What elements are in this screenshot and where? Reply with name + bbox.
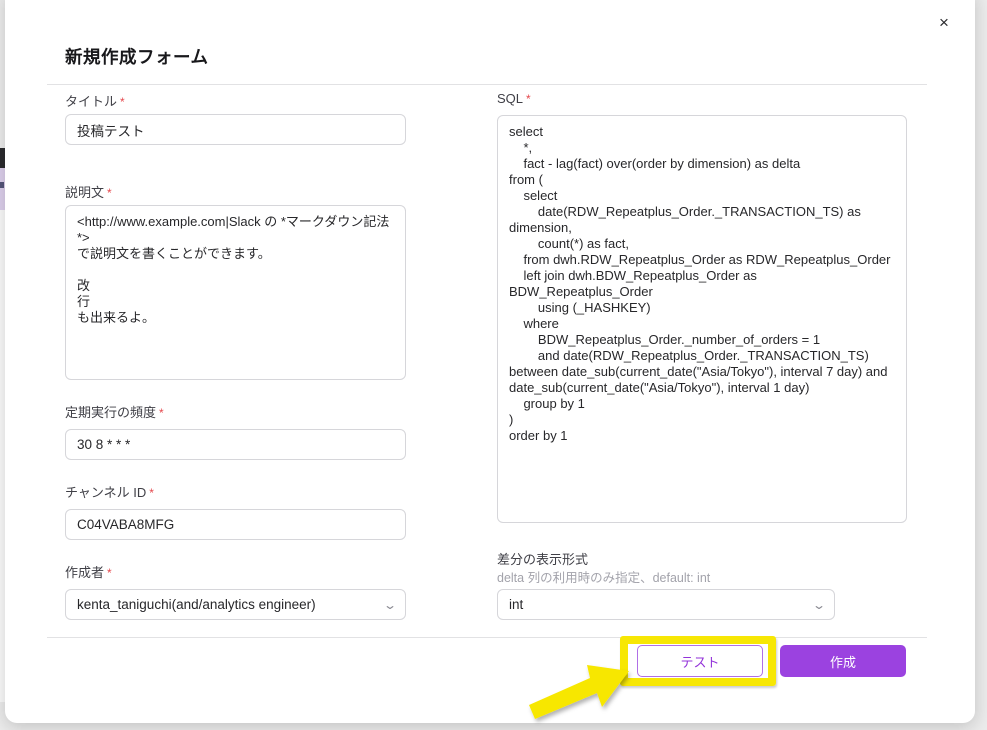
chevron-down-icon: ⌄ (812, 598, 826, 612)
page: { "modal": { "title": "新規作成フォーム", "close… (0, 0, 987, 730)
delta-format-select[interactable]: int ⌄ (497, 589, 835, 620)
close-icon[interactable]: × (933, 12, 955, 34)
creator-select[interactable]: kenta_taniguchi(and/analytics engineer) … (65, 589, 406, 620)
description-label-text: 説明文 (65, 185, 104, 200)
footer-divider (47, 637, 927, 638)
delta-format-helper: delta 列の利用時のみ指定、default: int (497, 567, 710, 586)
sql-label: SQL* (497, 91, 531, 106)
creator-required-mark: * (107, 566, 112, 580)
sql-required-mark: * (526, 92, 531, 106)
channel-id-required-mark: * (149, 486, 154, 500)
title-label: タイトル* (65, 91, 125, 110)
background-sidebar-fragment-dot (0, 182, 4, 188)
creator-select-value: kenta_taniguchi(and/analytics engineer) (77, 597, 316, 612)
creator-label: 作成者* (65, 562, 112, 581)
new-creation-form-modal: × 新規作成フォーム タイトル* 説明文* <http://www.exampl… (5, 0, 975, 723)
test-button[interactable]: テスト (637, 645, 763, 677)
creator-label-text: 作成者 (65, 565, 104, 580)
description-textarea[interactable]: <http://www.example.com|Slack の *マークダウン記… (65, 205, 406, 380)
delta-format-select-value: int (509, 597, 523, 612)
channel-id-label-text: チャンネル ID (65, 485, 146, 500)
create-button[interactable]: 作成 (780, 645, 906, 677)
chevron-down-icon: ⌄ (383, 598, 397, 612)
schedule-label-text: 定期実行の頻度 (65, 405, 156, 420)
sql-label-text: SQL (497, 91, 523, 106)
modal-title: 新規作成フォーム (65, 44, 208, 69)
schedule-input[interactable] (65, 429, 406, 460)
description-label: 説明文* (65, 182, 112, 201)
title-label-text: タイトル (65, 94, 117, 109)
description-required-mark: * (107, 186, 112, 200)
title-required-mark: * (120, 95, 125, 109)
sql-textarea[interactable]: select *, fact - lag(fact) over(order by… (497, 115, 907, 523)
delta-format-label: 差分の表示形式 (497, 549, 588, 568)
schedule-label: 定期実行の頻度* (65, 402, 164, 421)
title-divider (47, 84, 927, 85)
title-input[interactable] (65, 114, 406, 145)
channel-id-label: チャンネル ID* (65, 482, 154, 501)
schedule-required-mark: * (159, 406, 164, 420)
channel-id-input[interactable] (65, 509, 406, 540)
